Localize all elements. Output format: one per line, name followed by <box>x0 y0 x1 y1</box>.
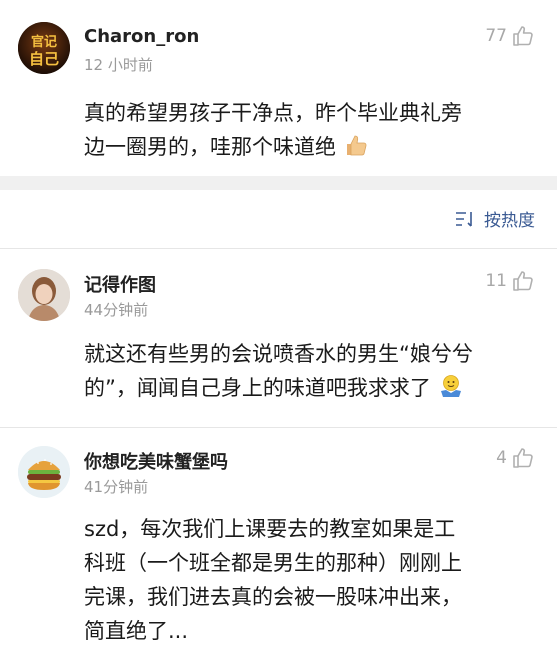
comment-item: 官记 自己 Charon_ron 12 小时前 77 真的希望男孩子干净点，昨个… <box>0 0 557 176</box>
comment-item: 你想吃美味蟹堡吗 41分钟前 4 szd，每次我们上课要去的教室如果是工 科班（… <box>0 428 557 655</box>
comment-item: 记得作图 44分钟前 11 就这还有些男的会说喷香水的男生“娘兮兮 的”，闻闻自… <box>0 249 557 429</box>
thumbs-up-emoji-icon <box>343 132 369 168</box>
like-button[interactable]: 77 <box>485 24 535 48</box>
like-count: 77 <box>485 26 507 46</box>
username[interactable]: 你想吃美味蟹堡吗 <box>84 448 228 474</box>
svg-text:自己: 自己 <box>29 50 59 68</box>
shrug-emoji-icon <box>438 373 464 409</box>
comment-text: 就这还有些男的会说喷香水的男生“娘兮兮 的”，闻闻自己身上的味道吧我求求了 <box>84 337 544 409</box>
sort-icon <box>456 211 472 227</box>
svg-text:官记: 官记 <box>31 34 57 50</box>
avatar[interactable] <box>18 446 70 498</box>
thumbs-up-icon <box>513 448 533 468</box>
sort-label: 按热度 <box>484 211 535 231</box>
comment-text: 真的希望男孩子干净点，昨个毕业典礼旁 边一圈男的，哇那个味道绝 <box>84 96 544 168</box>
sort-bar: 按热度 <box>0 190 557 248</box>
thumbs-up-icon <box>513 271 533 291</box>
like-button[interactable]: 11 <box>485 269 535 293</box>
sort-button[interactable]: 按热度 <box>454 206 535 231</box>
timestamp: 12 小时前 <box>84 56 153 74</box>
timestamp: 44分钟前 <box>84 301 149 319</box>
like-count: 4 <box>496 448 507 468</box>
thumbs-up-icon <box>513 26 533 46</box>
comment-text: szd，每次我们上课要去的教室如果是工 科班（一个班全都是男生的那种）刚刚上 完… <box>84 517 462 643</box>
username[interactable]: Charon_ron <box>84 26 199 47</box>
avatar[interactable] <box>18 269 70 321</box>
timestamp: 41分钟前 <box>84 478 149 496</box>
like-count: 11 <box>485 271 507 291</box>
like-button[interactable]: 4 <box>496 446 535 470</box>
username[interactable]: 记得作图 <box>84 271 156 297</box>
avatar[interactable]: 官记 自己 <box>18 22 70 74</box>
section-divider <box>0 176 557 190</box>
